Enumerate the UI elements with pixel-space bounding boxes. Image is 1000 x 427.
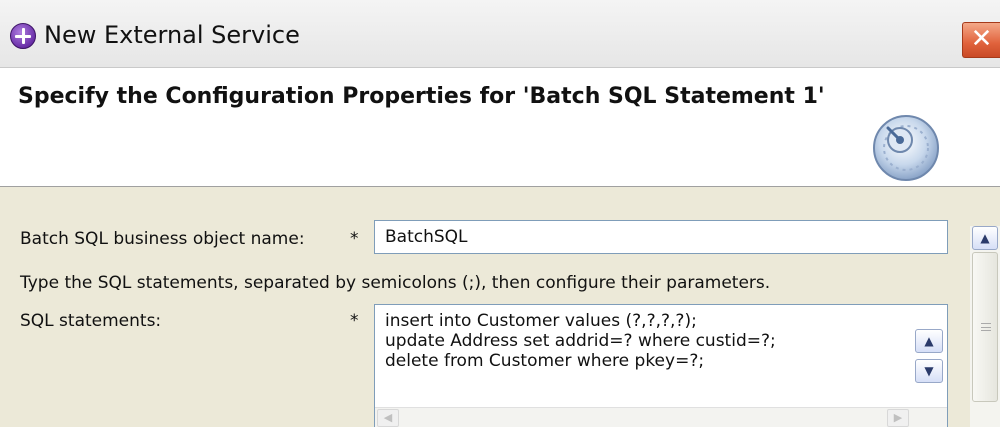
chevron-up-icon: ▲ xyxy=(924,334,934,348)
sql-scroll-right-button[interactable]: ▶ xyxy=(887,409,909,427)
close-button[interactable]: ✕ xyxy=(962,22,1000,58)
wizard-dial-icon xyxy=(873,115,939,181)
wizard-header: Specify the Configuration Properties for… xyxy=(0,68,1000,186)
chevron-down-icon: ▼ xyxy=(924,364,934,378)
page-scroll-thumb[interactable] xyxy=(972,252,998,402)
window-title-bar: New External Service ✕ xyxy=(0,0,1000,68)
sql-statements-label: SQL statements: xyxy=(20,311,162,331)
sql-line: delete from Customer where pkey=?; xyxy=(385,351,705,371)
sql-line: update Address set addrid=? where custid… xyxy=(385,331,776,351)
sql-instructions: Type the SQL statements, separated by se… xyxy=(20,273,771,293)
sql-scroll-left-button[interactable]: ◀ xyxy=(377,409,399,427)
sql-lines: insert into Customer values (?,?,?,?); u… xyxy=(385,311,776,371)
sql-line: insert into Customer values (?,?,?,?); xyxy=(385,311,697,331)
app-icon xyxy=(10,23,36,49)
chevron-right-icon: ▶ xyxy=(893,411,903,424)
window-title: New External Service xyxy=(44,21,300,49)
page-title: Specify the Configuration Properties for… xyxy=(18,84,825,109)
page-vertical-scrollbar[interactable]: ▲ xyxy=(970,226,1000,427)
grip-icon xyxy=(981,323,991,331)
chevron-up-icon: ▲ xyxy=(980,231,990,245)
bo-name-label: Batch SQL business object name: xyxy=(20,229,305,249)
sql-statements-textarea[interactable]: insert into Customer values (?,?,?,?); u… xyxy=(374,304,948,427)
sql-scroll-down-button[interactable]: ▼ xyxy=(915,359,943,383)
sql-scroll-up-button[interactable]: ▲ xyxy=(915,329,943,353)
bo-name-input[interactable] xyxy=(374,220,948,254)
chevron-left-icon: ◀ xyxy=(383,411,393,424)
page-scroll-up-button[interactable]: ▲ xyxy=(972,226,998,250)
sql-required-marker: * xyxy=(350,311,359,331)
bo-name-required-marker: * xyxy=(350,229,359,249)
sql-horizontal-scrollbar[interactable]: ◀ ▶ xyxy=(375,407,947,427)
close-icon: ✕ xyxy=(970,24,993,54)
